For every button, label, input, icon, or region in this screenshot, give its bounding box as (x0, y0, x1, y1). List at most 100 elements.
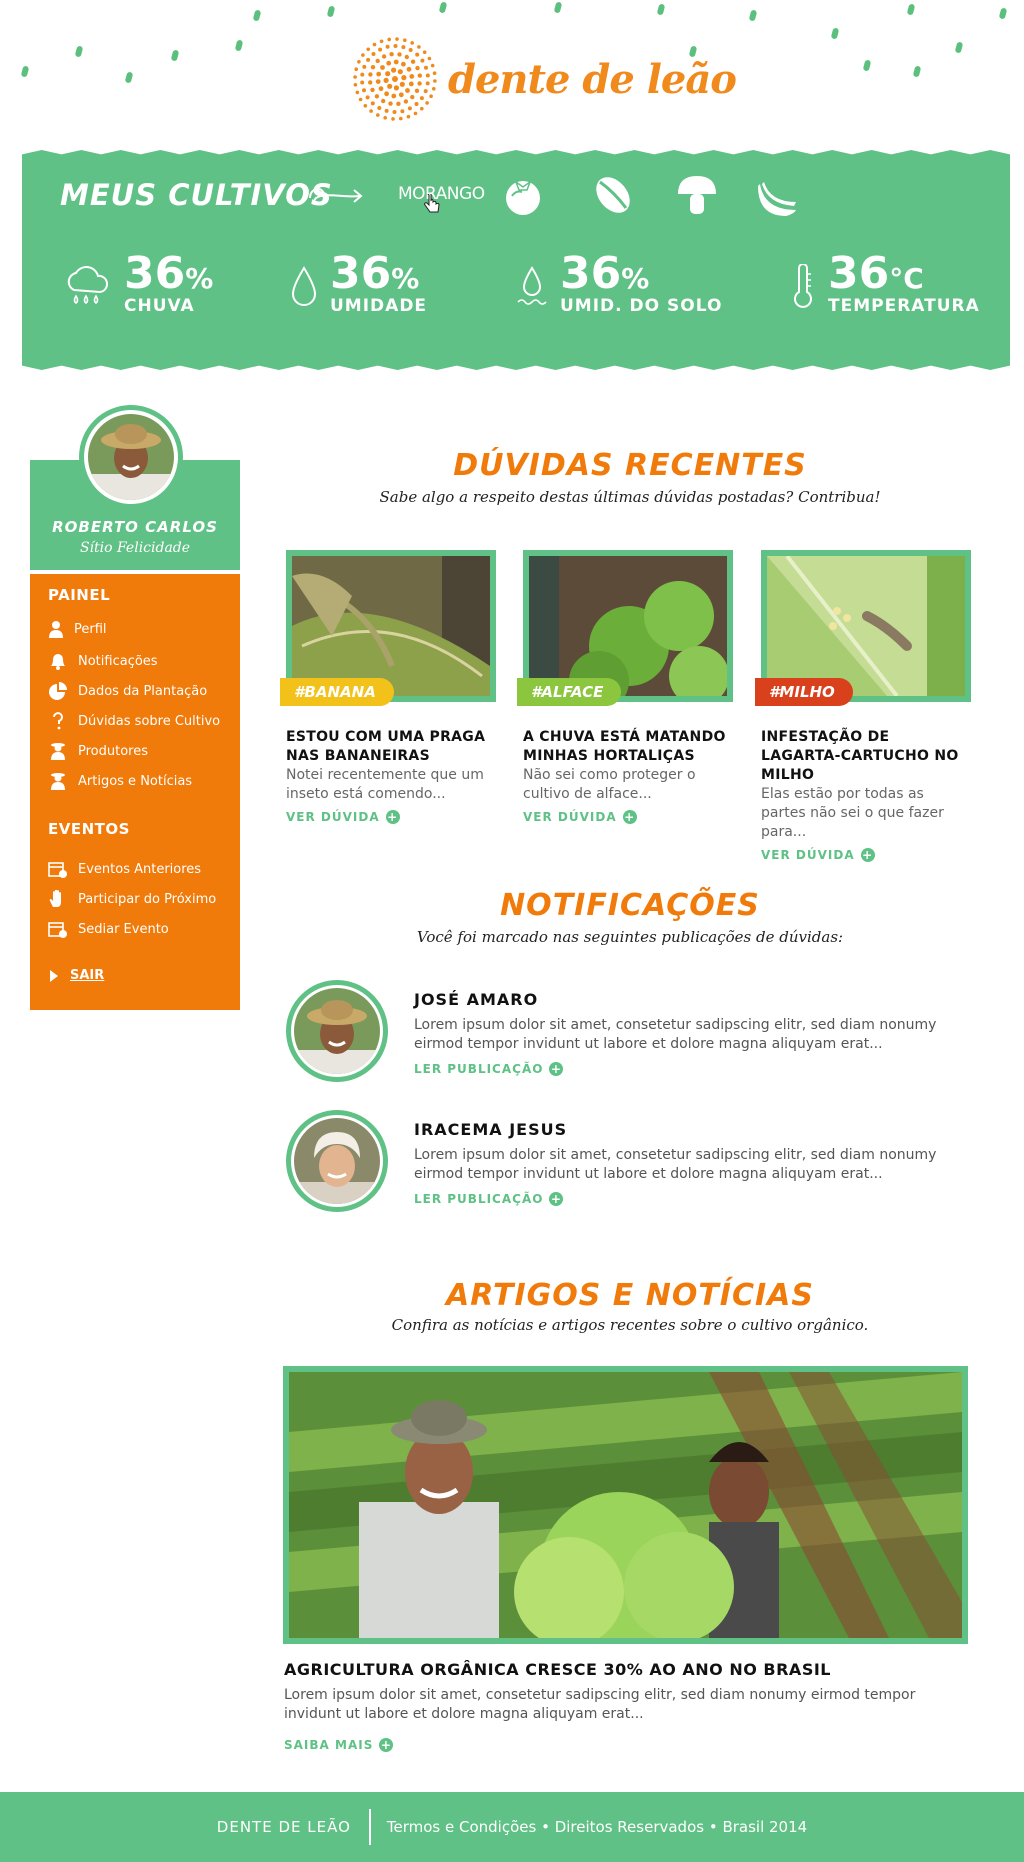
notification-avatar-photo (294, 1118, 380, 1204)
coffee-bean-icon[interactable] (590, 172, 636, 218)
sidebar-item-label: Produtores (78, 743, 148, 759)
logout-link[interactable]: SAIR (48, 968, 104, 983)
header: dente de leão (0, 0, 1024, 145)
stat-soil-moisture: 36% UMID. DO SOLO (516, 250, 722, 316)
avatar[interactable] (286, 1110, 388, 1212)
articles-subtitle: Confira as notícias e artigos recentes s… (391, 1316, 869, 1334)
sidebar-item-participar[interactable]: Participar do Próximo (48, 890, 216, 908)
sidebar-item-label: Sediar Evento (78, 921, 169, 937)
link-label: LER PUBLICAÇÃO (414, 1192, 544, 1206)
farmer-icon (51, 743, 65, 760)
article-headline[interactable]: AGRICULTURA ORGÂNICA CRESCE 30% AO ANO N… (284, 1660, 831, 1679)
arrow-icon (309, 188, 363, 205)
profile-name: ROBERTO CARLOS (52, 518, 218, 536)
question-tag[interactable]: #ALFACE (517, 678, 622, 706)
question-tag[interactable]: #BANANA (280, 678, 394, 706)
plus-circle-icon: + (549, 1192, 564, 1206)
banana-icon[interactable] (754, 172, 800, 218)
sidebar-item-label: Participar do Próximo (78, 891, 217, 907)
view-question-link[interactable]: VER DÚVIDA + (286, 810, 400, 824)
decorative-dot (656, 3, 666, 16)
logout-label: SAIR (70, 968, 105, 983)
question-title: INFESTAÇÃO DE LAGARTA-CARTUCHO NO MILHO (761, 729, 959, 783)
stat-unit: °C (889, 262, 924, 295)
view-question-link[interactable]: VER DÚVIDA + (523, 810, 637, 824)
sidebar-item-perfil[interactable]: Perfil (48, 620, 107, 638)
questions-subtitle: Sabe algo a respeito destas últimas dúvi… (379, 488, 881, 506)
question-title: A CHUVA ESTÁ MATANDO MINHAS HORTALIÇAS (523, 729, 726, 764)
sidebar-item-label: Dúvidas sobre Cultivo (78, 713, 221, 729)
sidebar-item-produtores[interactable]: Produtores (48, 742, 148, 760)
notification-avatar-photo (294, 988, 380, 1074)
thermometer-icon (794, 264, 812, 308)
caret-right-icon (50, 969, 58, 982)
sidebar-item-label: Eventos Anteriores (78, 861, 202, 877)
sidebar-item-sediar[interactable]: Sediar Evento (48, 920, 169, 938)
hand-cursor-icon (424, 194, 440, 213)
sidebar-item-artigos[interactable]: Artigos e Notícias (48, 772, 192, 790)
stat-unit: % (391, 262, 420, 295)
stat-value: 36 (560, 248, 622, 299)
plus-circle-icon: + (622, 810, 637, 824)
mushroom-icon[interactable] (674, 172, 720, 218)
footer-legal-links[interactable]: Termos e Condições • Direitos Reservados… (371, 1818, 807, 1836)
stat-label: UMID. DO SOLO (560, 296, 723, 316)
brand-logo[interactable]: dente de leão (350, 36, 737, 122)
crop-link-active[interactable]: MORANGO (398, 184, 485, 204)
rain-cloud-icon (67, 266, 109, 304)
tomato-icon[interactable] (500, 172, 546, 218)
decorative-dot (326, 5, 336, 18)
link-label: VER DÚVIDA (286, 810, 380, 824)
decorative-dot (553, 1, 563, 14)
question-card[interactable]: #ALFACE A CHUVA ESTÁ MATANDO MINHAS HORT… (517, 550, 733, 825)
pie-chart-icon (49, 682, 67, 700)
read-publication-link[interactable]: LER PUBLICAÇÃO + (414, 1192, 564, 1206)
lettuce-photo (529, 556, 727, 696)
notification-author: IRACEMA JESUS (414, 1120, 568, 1139)
question-excerpt: Notei recentemente que um inseto está co… (286, 767, 484, 802)
link-label: VER DÚVIDA (523, 810, 617, 824)
sidebar-item-duvidas[interactable]: Dúvidas sobre Cultivo (48, 712, 220, 730)
decorative-dot (20, 65, 30, 78)
sidebar-menu: PAINEL Perfil Notificações Dados da Plan… (30, 574, 240, 1010)
sidebar-item-eventos-anteriores[interactable]: Eventos Anteriores (48, 860, 201, 878)
question-excerpt: Não sei como proteger o cultivo de alfac… (523, 767, 696, 802)
article-excerpt: Lorem ipsum dolor sit amet, consetetur s… (284, 1687, 916, 1722)
bell-icon (51, 654, 65, 670)
footer: DENTE DE LEÃO Termos e Condições • Direi… (0, 1792, 1024, 1862)
decorative-dot (252, 9, 262, 22)
link-label: LER PUBLICAÇÃO (414, 1062, 544, 1076)
decorative-dot (912, 65, 922, 78)
decorative-dot (234, 39, 244, 52)
decorative-dot (438, 1, 448, 14)
banana-leaf-photo (292, 556, 490, 696)
brand-name: dente de leão (448, 55, 737, 103)
question-tag[interactable]: #MILHO (755, 678, 853, 706)
plus-circle-icon: + (379, 1738, 394, 1752)
sidebar-item-dados[interactable]: Dados da Plantação (48, 682, 207, 700)
read-publication-link[interactable]: LER PUBLICAÇÃO + (414, 1062, 564, 1076)
profile-avatar[interactable] (79, 405, 183, 509)
view-question-link[interactable]: VER DÚVIDA + (761, 848, 875, 862)
decorative-dot (830, 27, 840, 40)
decorative-dot (862, 59, 872, 72)
crops-banner: MEUS CULTIVOS MORANGO 36% CHUVA 36% UMID… (22, 150, 1010, 370)
plus-circle-icon: + (385, 810, 400, 824)
read-more-link[interactable]: SAIBA MAIS + (284, 1738, 394, 1752)
sidebar-item-notificacoes[interactable]: Notificações (48, 652, 158, 670)
notification-text: Lorem ipsum dolor sit amet, consetetur s… (414, 1017, 937, 1052)
question-card[interactable]: #BANANA ESTOU COM UMA PRAGA NAS BANANEIR… (280, 550, 496, 825)
stat-rain: 36% CHUVA (62, 250, 213, 316)
banner-title: MEUS CULTIVOS (60, 178, 333, 212)
hand-icon (49, 890, 61, 907)
decorative-dot (998, 7, 1008, 20)
link-label: SAIBA MAIS (284, 1738, 374, 1752)
article-image[interactable] (283, 1366, 968, 1644)
plus-circle-icon: + (860, 848, 875, 862)
avatar[interactable] (286, 980, 388, 1082)
question-card[interactable]: #MILHO INFESTAÇÃO DE LAGARTA-CARTUCHO NO… (755, 550, 971, 863)
notification-author: JOSÉ AMARO (414, 990, 539, 1009)
notification-text: Lorem ipsum dolor sit amet, consetetur s… (414, 1147, 937, 1182)
decorative-dot (954, 41, 964, 54)
water-drop-icon (291, 266, 317, 306)
